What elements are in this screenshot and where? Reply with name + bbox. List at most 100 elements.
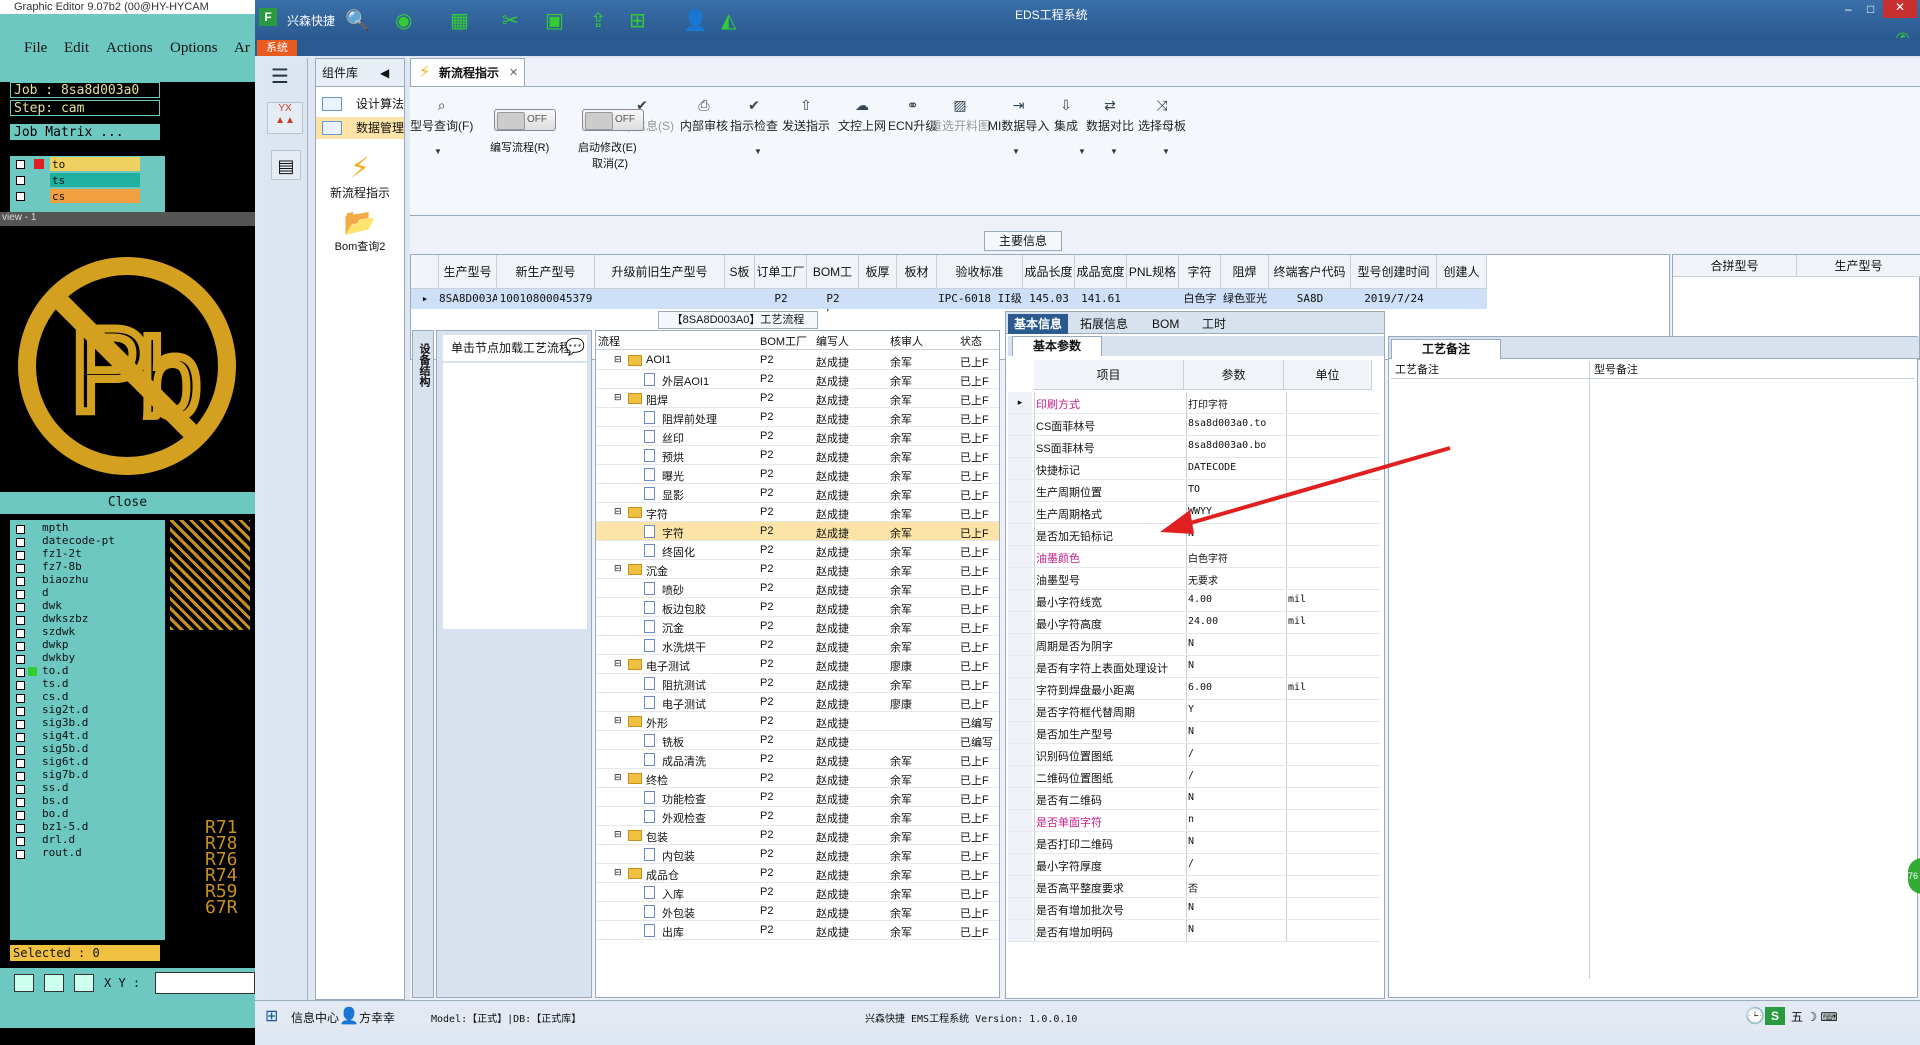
- maximize-icon[interactable]: □: [1867, 2, 1874, 16]
- grid-icon[interactable]: ⊞: [265, 1006, 278, 1026]
- ge-step-field[interactable]: Step: cam: [10, 100, 160, 116]
- ge-job-field[interactable]: Job : 8sa8d003a0: [10, 82, 160, 98]
- header-cell[interactable]: [1127, 289, 1179, 309]
- ge-menu-edit[interactable]: Edit: [64, 40, 89, 57]
- flow-row[interactable]: ⊟ 外形 P2 赵成捷 已编写: [596, 712, 999, 731]
- flow-row[interactable]: 字符 P2 赵成捷 余军 已上F: [596, 522, 999, 541]
- ribbon-button[interactable]: ☁ 文控上网: [838, 97, 886, 134]
- ge-view-canvas[interactable]: P b: [0, 226, 255, 511]
- param-row[interactable]: ▸是否高平整度要求否: [1008, 876, 1380, 898]
- ribbon-tab-new-process[interactable]: ⚡ 新流程指示 ✕: [410, 58, 525, 86]
- flow-row[interactable]: ⊟ 包装 P2 赵成捷 余军 已上F: [596, 826, 999, 845]
- param-row[interactable]: ▸是否有增加批次号N: [1008, 898, 1380, 920]
- flow-row[interactable]: ⊟ 阻焊 P2 赵成捷 余军 已上F: [596, 389, 999, 408]
- ge-layer-row[interactable]: bs.d: [10, 795, 165, 808]
- header-cell[interactable]: 2019/7/24: [1351, 289, 1437, 309]
- header-cell[interactable]: IPC-6018 II级: [937, 289, 1023, 309]
- ge-layer-row[interactable]: to: [10, 157, 165, 172]
- device-structure-tab[interactable]: 设备结构: [412, 330, 434, 998]
- header-cell[interactable]: SA8D: [1269, 289, 1351, 309]
- ribbon-button[interactable]: ✔ 指示检查: [730, 97, 778, 134]
- header-cell[interactable]: [897, 289, 937, 309]
- ge-layer-row[interactable]: dwkby: [10, 652, 165, 665]
- ge-layer-row[interactable]: biaozhu: [10, 574, 165, 587]
- param-row[interactable]: ▸识别码位置图纸/: [1008, 744, 1380, 766]
- param-row[interactable]: ▸最小字符厚度/: [1008, 854, 1380, 876]
- header-cell[interactable]: 145.03: [1023, 289, 1075, 309]
- header-cell[interactable]: 10010800045379: [497, 289, 595, 309]
- flow-row[interactable]: ⊟ 电子测试 P2 赵成捷 廖康 已上F: [596, 655, 999, 674]
- header-cell[interactable]: 8SA8D003A0: [439, 289, 505, 309]
- param-row[interactable]: ▸最小字符线宽4.00mil: [1008, 590, 1380, 612]
- header-col[interactable]: 终端客户代码: [1269, 255, 1351, 289]
- header-col[interactable]: 成品宽度: [1075, 255, 1127, 289]
- header-col[interactable]: 成品长度: [1023, 255, 1075, 289]
- toggle-switch[interactable]: OFF: [494, 109, 556, 131]
- param-row[interactable]: ▸是否有二维码N: [1008, 788, 1380, 810]
- ge-layer-row[interactable]: szdwk: [10, 626, 165, 639]
- header-cell[interactable]: [725, 289, 755, 309]
- ge-tool-icon[interactable]: [14, 974, 34, 992]
- table-icon[interactable]: ▦: [450, 8, 469, 33]
- flow-row[interactable]: ⊟ 成品仓 P2 赵成捷 余军 已上F: [596, 864, 999, 883]
- merge-col[interactable]: 合拼型号: [1673, 255, 1797, 277]
- ribbon-button[interactable]: ⇧ 发送指示: [782, 97, 830, 134]
- ribbon-button[interactable]: ⇩ 集成: [1054, 97, 1078, 134]
- ge-layer-row[interactable]: dwkp: [10, 639, 165, 652]
- info-tab[interactable]: BOM: [1146, 314, 1185, 334]
- flow-col-header[interactable]: 核审人: [890, 333, 960, 349]
- flow-row[interactable]: ⊟ 终检 P2 赵成捷 余军 已上F: [596, 769, 999, 788]
- ribbon-button[interactable]: ⌕ 型号查询(F): [410, 97, 473, 134]
- ge-layer-row[interactable]: bz1-5.d: [10, 821, 165, 834]
- param-row[interactable]: ▸是否字符框代替周期Y: [1008, 700, 1380, 722]
- info-tab[interactable]: 工时: [1196, 314, 1232, 334]
- header-cell[interactable]: 绿色亚光: [1221, 289, 1269, 309]
- ge-layer-row[interactable]: ss.d: [10, 782, 165, 795]
- flow-row[interactable]: 成品清洗 P2 赵成捷 余军 已上F: [596, 750, 999, 769]
- calculator-icon[interactable]: ▤: [271, 150, 301, 180]
- param-row[interactable]: ▸是否有增加明码N: [1008, 920, 1380, 942]
- flow-col-header[interactable]: BOM工厂: [760, 333, 816, 349]
- param-col-header[interactable]: 单位: [1284, 360, 1372, 390]
- apps-icon[interactable]: ⊞: [629, 8, 646, 33]
- header-col[interactable]: 创建人: [1437, 255, 1487, 289]
- ime-icon[interactable]: S: [1765, 1007, 1785, 1025]
- ge-layer-row[interactable]: fz1-2t: [10, 548, 165, 561]
- minimize-icon[interactable]: –: [1845, 2, 1852, 16]
- param-col-header[interactable]: 项目: [1034, 360, 1184, 390]
- ge-layer-row[interactable]: d: [10, 587, 165, 600]
- flow-col-header[interactable]: 编写人: [816, 333, 890, 349]
- user-icon[interactable]: 👤: [683, 8, 708, 33]
- nav-item-design-algorithm[interactable]: 设计算法: [316, 93, 404, 115]
- ribbon-button[interactable]: ▨ 重选开料图: [930, 97, 990, 134]
- param-row[interactable]: ▸二维码位置图纸/: [1008, 766, 1380, 788]
- header-cell[interactable]: 白色字符: [1179, 289, 1221, 325]
- toggle-switch[interactable]: OFF: [582, 109, 644, 131]
- header-cell[interactable]: P2: [807, 289, 859, 309]
- flow-row[interactable]: 电子测试 P2 赵成捷 廖康 已上F: [596, 693, 999, 712]
- flow-row[interactable]: 出库 P2 赵成捷 余军 已上F: [596, 921, 999, 940]
- flow-row[interactable]: 阻焊前处理 P2 赵成捷 余军 已上F: [596, 408, 999, 427]
- param-row[interactable]: ▸是否有字符上表面处理设计N: [1008, 656, 1380, 678]
- ribbon-button[interactable]: ⇥ MI数据导入: [988, 97, 1049, 134]
- param-row[interactable]: ▸最小字符高度24.00mil: [1008, 612, 1380, 634]
- header-col[interactable]: 字符: [1179, 255, 1221, 289]
- hamburger-icon[interactable]: ☰: [271, 64, 289, 89]
- cut-icon[interactable]: ✂: [502, 8, 519, 33]
- info-center-link[interactable]: 信息中心: [291, 1009, 339, 1026]
- header-col[interactable]: 生产型号: [439, 255, 497, 289]
- header-cell[interactable]: P2: [755, 289, 807, 309]
- export-icon[interactable]: ⇪: [590, 8, 607, 33]
- ge-layer-row[interactable]: ts.d: [10, 678, 165, 691]
- globe-icon[interactable]: ◉: [395, 8, 412, 33]
- yx-logo-icon[interactable]: YX ▲▲: [267, 102, 303, 134]
- ge-layer-row[interactable]: to.d: [10, 665, 165, 678]
- param-row[interactable]: ▸油墨型号无要求: [1008, 568, 1380, 590]
- flow-col-header[interactable]: 流程: [598, 333, 760, 349]
- ge-menu-actions[interactable]: Actions: [106, 40, 153, 57]
- close-icon[interactable]: ✕: [1883, 0, 1917, 18]
- param-row[interactable]: ▸油墨颜色白色字符: [1008, 546, 1380, 568]
- header-cell[interactable]: [859, 289, 897, 309]
- system-tab[interactable]: 系统: [257, 40, 297, 56]
- param-row[interactable]: ▸是否加生产型号N: [1008, 722, 1380, 744]
